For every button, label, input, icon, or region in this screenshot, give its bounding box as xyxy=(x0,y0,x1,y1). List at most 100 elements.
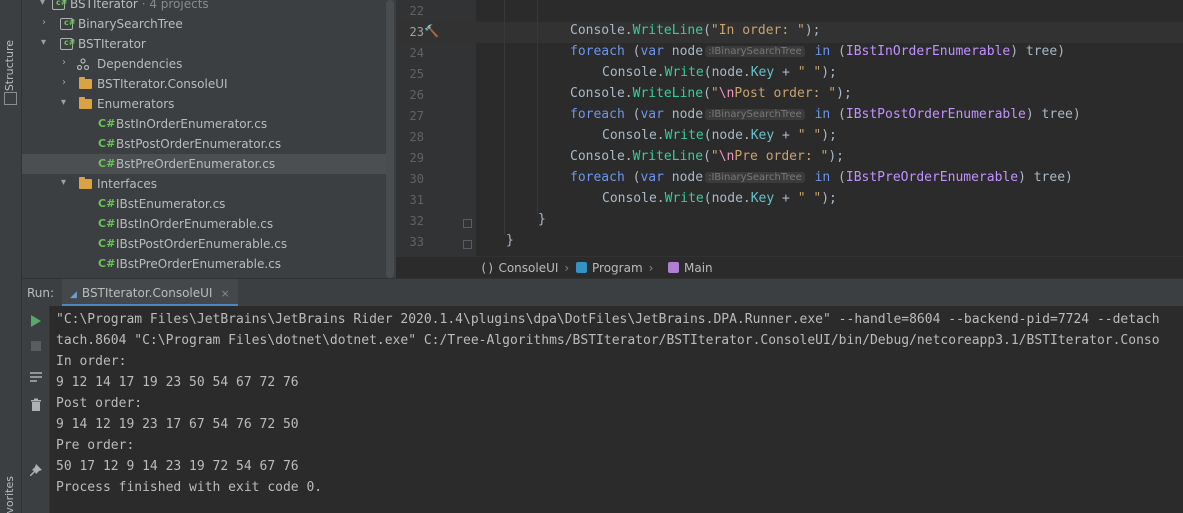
solution-subtitle: · 4 projects xyxy=(137,0,209,11)
pin-icon xyxy=(30,464,42,476)
code-line: Console.WriteLine("In order: "); xyxy=(570,23,821,38)
code-line: foreach (var node:IBinarySearchTree in (… xyxy=(570,44,1066,59)
tree-item-interfaces[interactable]: ▾ Interfaces xyxy=(22,174,386,194)
namespace-icon: () xyxy=(480,261,495,275)
trash-icon xyxy=(31,398,41,411)
structure-tool-tab[interactable]: Structure xyxy=(3,40,16,91)
code-line: } xyxy=(538,212,546,227)
chevron-right-icon: › xyxy=(648,261,654,275)
code-line: Console.Write(node.Key + " "); xyxy=(602,191,837,206)
tree-item-label: IBstInOrderEnumerable.cs xyxy=(116,217,274,231)
csharp-file-icon: C# xyxy=(98,117,116,130)
pin-tab-button[interactable] xyxy=(29,464,43,478)
chevron-right-icon[interactable]: › xyxy=(62,57,66,68)
chevron-down-icon[interactable]: ▾ xyxy=(40,0,45,8)
run-panel-header: Run: ◢ BSTIterator.ConsoleUI × xyxy=(22,278,1183,307)
tree-item-file[interactable]: C# IBstEnumerator.cs xyxy=(22,194,386,214)
tree-item-label: IBstEnumerator.cs xyxy=(116,197,226,211)
line-number: 22 xyxy=(409,4,424,18)
csharp-file-icon: C# xyxy=(98,197,116,210)
csharp-file-icon: C# xyxy=(98,257,116,270)
run-panel-label: Run: xyxy=(27,286,55,300)
project-icon xyxy=(60,38,75,50)
code-line: Console.WriteLine("\nPre order: "); xyxy=(570,149,844,164)
play-icon xyxy=(31,315,41,327)
tree-item-file[interactable]: C# BstInOrderEnumerator.cs xyxy=(22,114,386,134)
rerun-button[interactable] xyxy=(29,314,43,328)
chevron-right-icon[interactable]: › xyxy=(42,17,46,28)
code-editor[interactable]: 22 23 24 25 26 27 28 29 30 31 32 33 🔨 Co… xyxy=(396,0,1183,256)
class-icon xyxy=(576,262,587,273)
project-tree-panel: ▾ BSTIterator · 4 projects › BinarySearc… xyxy=(22,0,396,278)
tree-item-label: BstPreOrderEnumerator.cs xyxy=(116,157,276,171)
breadcrumb-item-class[interactable]: Program › xyxy=(576,261,659,275)
tree-root[interactable]: ▾ BSTIterator · 4 projects xyxy=(22,0,386,14)
chevron-down-icon[interactable]: ▾ xyxy=(61,177,66,188)
solution-label: BSTIterator xyxy=(70,0,138,11)
tree-item-label: BinarySearchTree xyxy=(78,17,183,31)
dependencies-icon xyxy=(77,58,89,70)
tree-item-file-selected[interactable]: C# BstPreOrderEnumerator.cs xyxy=(22,154,386,174)
csharp-file-icon: C# xyxy=(98,157,116,170)
tree-item-label: Dependencies xyxy=(97,57,183,71)
breadcrumb-item-method[interactable]: Main xyxy=(668,261,713,275)
chevron-down-icon[interactable]: ▾ xyxy=(61,97,66,108)
tree-item-enumerators[interactable]: ▾ Enumerators xyxy=(22,94,386,114)
tree-item-label: IBstPostOrderEnumerable.cs xyxy=(116,237,288,251)
console-line: Pre order: xyxy=(56,438,135,453)
code-line: Console.Write(node.Key + " "); xyxy=(602,128,837,143)
close-icon[interactable]: × xyxy=(220,287,229,300)
tree-item-dependencies[interactable]: › Dependencies xyxy=(22,54,386,74)
type-hint: :IBinarySearchTree xyxy=(705,109,805,120)
method-icon xyxy=(668,262,679,273)
console-line: 50 17 12 9 14 23 19 72 54 67 76 xyxy=(56,459,299,474)
folder-icon xyxy=(79,177,92,189)
structure-icon[interactable] xyxy=(4,92,17,105)
soft-wrap-icon xyxy=(30,372,42,382)
clear-all-button[interactable] xyxy=(29,398,43,412)
tree-item-binarysearchtree[interactable]: › BinarySearchTree xyxy=(22,14,386,34)
tree-item-file[interactable]: C# IBstInOrderEnumerable.cs xyxy=(22,214,386,234)
csharp-file-icon: C# xyxy=(98,237,116,250)
console-line: In order: xyxy=(56,354,127,369)
run-toolbar xyxy=(22,306,50,513)
chevron-right-icon[interactable]: › xyxy=(62,77,66,88)
console-line: Process finished with exit code 0. xyxy=(56,480,323,495)
code-line: Console.Write(node.Key + " "); xyxy=(602,65,837,80)
tree-item-label: BSTIterator.ConsoleUI xyxy=(97,77,228,91)
tree-item-label: Interfaces xyxy=(97,177,157,191)
dotnet-icon: ◢ xyxy=(70,290,77,300)
project-tree-scrollbar[interactable] xyxy=(386,0,394,278)
stop-button[interactable] xyxy=(29,339,43,353)
chevron-right-icon: › xyxy=(564,261,570,275)
tree-item-file[interactable]: C# IBstPostOrderEnumerable.cs xyxy=(22,234,386,254)
tree-item-label: BSTIterator xyxy=(78,37,146,51)
run-tab-label: BSTIterator.ConsoleUI xyxy=(81,286,213,300)
breadcrumb-item-namespace[interactable]: () ConsoleUI › xyxy=(480,261,575,275)
tree-item-bstiterator-consoleui[interactable]: › BSTIterator.ConsoleUI xyxy=(22,74,386,94)
tree-item-bstiterator[interactable]: ▾ BSTIterator xyxy=(22,34,386,54)
chevron-down-icon[interactable]: ▾ xyxy=(41,37,46,48)
solution-icon xyxy=(52,0,67,10)
breadcrumb: () ConsoleUI › Program › Main xyxy=(396,256,1183,278)
project-icon xyxy=(60,18,75,30)
csharp-file-icon: C# xyxy=(98,137,116,150)
console-line: Post order: xyxy=(56,396,143,411)
tree-item-label: IBstPreOrderEnumerable.cs xyxy=(116,257,282,271)
stop-icon xyxy=(31,341,41,351)
tree-item-file[interactable]: C# IBstPreOrderEnumerable.cs xyxy=(22,254,386,274)
tree-item-file[interactable]: C# BstPostOrderEnumerator.cs xyxy=(22,134,386,154)
scroll-to-end-button[interactable] xyxy=(29,370,43,384)
project-folder-icon xyxy=(79,77,92,89)
console-line: 9 14 12 19 23 17 67 54 76 72 50 xyxy=(56,417,299,432)
tab-run-configuration[interactable]: ◢ BSTIterator.ConsoleUI × xyxy=(62,279,238,307)
tree-item-label: BstPostOrderEnumerator.cs xyxy=(116,137,282,151)
type-hint: :IBinarySearchTree xyxy=(705,46,805,57)
code-line: foreach (var node:IBinarySearchTree in (… xyxy=(570,107,1081,122)
code-line: Console.WriteLine("\nPost order: "); xyxy=(570,86,852,101)
folder-icon xyxy=(79,97,92,109)
left-tool-strip: Structure vorites xyxy=(0,0,22,513)
console-output[interactable]: "C:\Program Files\JetBrains\JetBrains Ri… xyxy=(50,306,1183,513)
favorites-tool-tab[interactable]: vorites xyxy=(3,476,16,513)
console-line: tach.8604 "C:\Program Files\dotnet\dotne… xyxy=(56,333,1160,348)
